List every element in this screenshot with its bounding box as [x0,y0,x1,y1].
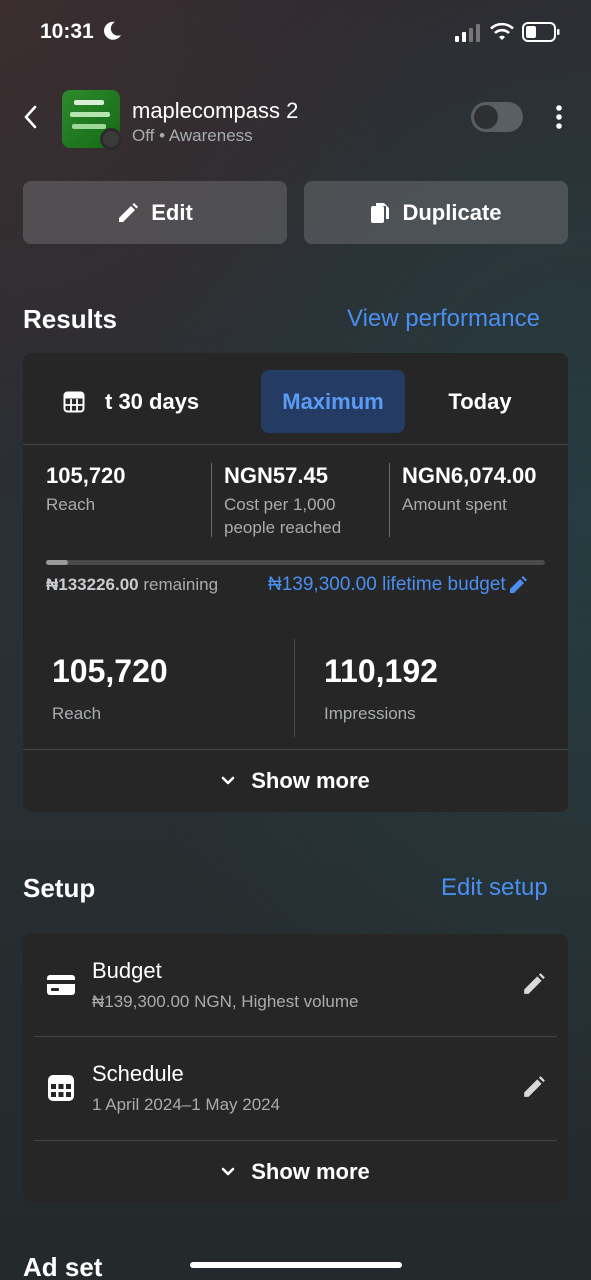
tab-last-30-days[interactable]: t 30 days [63,370,243,433]
remaining-budget: ₦133226.00 remaining [46,575,218,595]
tab-label: Maximum [282,388,384,414]
divider [211,463,212,537]
stat-label: Reach [46,495,96,514]
results-card: t 30 days Maximum Today 105,720 Reach NG… [23,353,568,812]
calendar-icon [63,391,85,412]
pencil-icon [509,576,527,593]
home-indicator[interactable] [190,1262,402,1268]
results-title: Results [23,304,117,334]
setup-row-schedule[interactable]: Schedule 1 April 2024–1 May 2024 [23,1037,568,1140]
setup-row-subtitle: ₦139,300.00 NGN, Highest volume [92,992,359,1011]
tab-maximum[interactable]: Maximum [261,370,405,433]
ad-set-title: Ad set [23,1252,103,1280]
budget-progress-fill [46,560,68,565]
lifetime-budget-text: ₦139,300.00 lifetime budget [268,574,506,595]
metric-reach: 105,720 Reach [52,639,168,724]
metric-value: 105,720 [52,653,168,689]
stat-value: NGN57.45 [224,463,328,488]
metric-value: 110,192 [324,653,438,689]
campaign-name: maplecompass 2 [132,98,299,123]
edit-pencil-icon[interactable] [522,972,546,996]
divider [294,639,295,737]
campaign-header: maplecompass 2 Off • Awareness [0,88,591,150]
status-bar: 10:31 [0,0,591,64]
setup-row-budget[interactable]: Budget ₦139,300.00 NGN, Highest volume [23,934,568,1037]
stat-cost-per-1000: NGN57.45 Cost per 1,000 people reached [224,463,384,539]
campaign-toggle[interactable] [471,102,523,132]
divider [389,463,390,537]
results-show-more-button[interactable]: Show more [23,749,568,811]
tab-label: t 30 days [105,388,200,414]
wifi-icon [490,22,514,40]
tab-today[interactable]: Today [423,370,537,433]
edit-label: Edit [151,199,193,225]
stat-label: Cost per 1,000 people reached [224,495,342,537]
show-more-label: Show more [251,767,370,793]
remaining-label: remaining [143,575,219,594]
pencil-icon [119,202,139,222]
setup-show-more-button[interactable]: Show more [34,1140,557,1202]
duplicate-icon [371,202,390,223]
metric-label: Impressions [324,704,416,723]
battery-icon [522,22,560,42]
metric-label: Reach [52,704,102,723]
lifetime-budget-link[interactable]: ₦139,300.00 lifetime budget [268,574,528,596]
setup-title: Setup [23,873,96,903]
campaign-objective: Awareness [168,126,253,145]
action-buttons: Edit Duplicate [23,181,568,244]
tab-label: Today [448,388,512,414]
chevron-down-icon [221,776,235,784]
more-options-icon[interactable] [548,102,570,132]
edit-setup-link[interactable]: Edit setup [441,874,548,902]
credit-card-icon [47,975,75,995]
separator-dot: • [159,126,169,145]
remaining-amount: ₦133226.00 [46,575,139,594]
signal-icon [455,24,480,42]
campaign-status: Off [132,126,155,145]
toggle-knob [474,105,498,129]
edit-pencil-icon[interactable] [522,1075,546,1099]
view-performance-link[interactable]: View performance [347,305,540,333]
stat-amount-spent: NGN6,074.00 Amount spent [402,463,568,516]
setup-row-title: Schedule [92,1061,184,1086]
edit-button[interactable]: Edit [23,181,287,244]
chevron-down-icon [221,1167,235,1175]
moon-icon [104,21,121,40]
key-metrics: 105,720 Reach 110,192 Impressions [23,639,568,737]
stat-value: NGN6,074.00 [402,463,537,488]
duplicate-button[interactable]: Duplicate [304,181,568,244]
stat-value: 105,720 [46,463,126,488]
back-chevron-icon[interactable] [18,102,44,132]
setup-row-subtitle: 1 April 2024–1 May 2024 [92,1095,281,1114]
setup-card: Budget ₦139,300.00 NGN, Highest volume S… [23,934,568,1202]
stat-reach: 105,720 Reach [46,463,206,516]
stat-label: Amount spent [402,495,507,514]
campaign-subtitle: Off • Awareness [132,126,253,146]
status-time: 10:31 [40,20,94,43]
date-range-tabs: t 30 days Maximum Today [23,353,568,445]
metric-impressions: 110,192 Impressions [324,639,438,724]
summary-stats: 105,720 Reach NGN57.45 Cost per 1,000 pe… [23,463,568,543]
calendar-icon [48,1075,74,1101]
show-more-label: Show more [251,1158,370,1184]
duplicate-label: Duplicate [402,199,502,225]
setup-row-title: Budget [92,958,162,983]
status-dot-icon [100,128,122,150]
budget-progress-bar [46,560,545,565]
